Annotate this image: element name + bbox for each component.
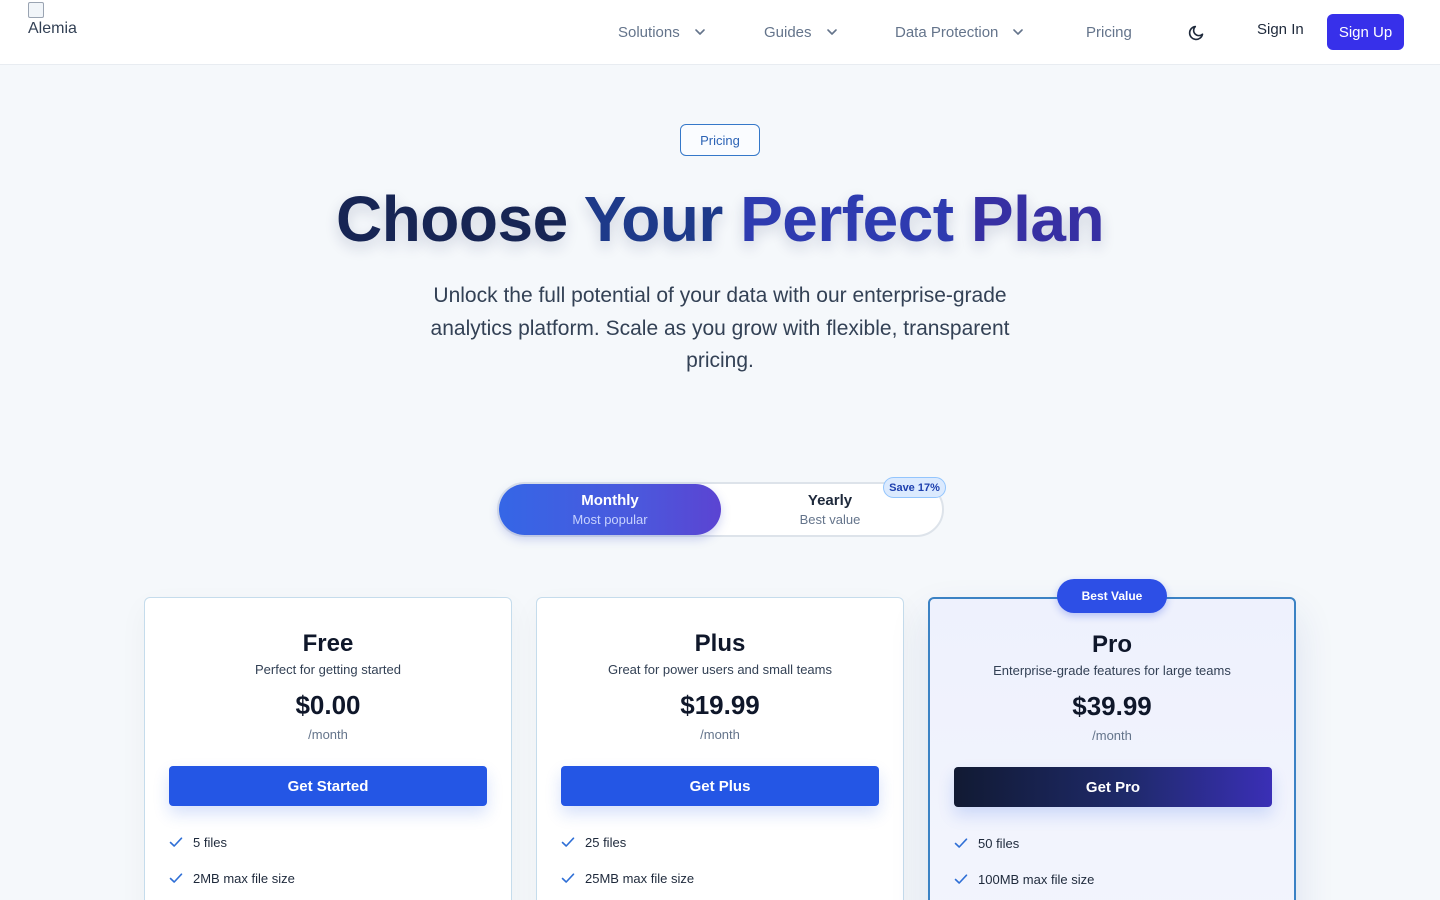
plan-price: $39.99: [1072, 691, 1152, 721]
check-icon: [954, 838, 968, 848]
nav-data-protection-label: Data Protection: [895, 23, 999, 41]
check-icon: [954, 874, 968, 884]
billing-yearly-sub: Best value: [799, 511, 861, 527]
billing-period-toggle: Monthly Most popular Yearly Best value: [497, 482, 944, 537]
plan-card-free: Free Perfect for getting started $0.00 /…: [144, 597, 512, 900]
nav-solutions-label: Solutions: [618, 23, 680, 41]
broken-image-icon: [28, 2, 44, 18]
plan-description: Great for power users and small teams: [608, 662, 832, 677]
plan-period: /month: [700, 727, 740, 742]
feature-item: 50 files: [954, 833, 1019, 853]
plan-name: Pro: [1091, 631, 1132, 658]
title-word: Your: [583, 183, 724, 255]
logo-alt-text: Alemia: [28, 20, 77, 37]
billing-monthly-sub: Most popular: [572, 511, 648, 527]
billing-monthly-option[interactable]: Monthly Most popular: [499, 484, 721, 535]
save-percent-badge: Save 17%: [883, 477, 946, 498]
check-icon: [169, 873, 183, 883]
nav-guides[interactable]: Guides: [764, 21, 838, 43]
nav-pricing[interactable]: Pricing: [1086, 21, 1132, 43]
title-word: Perfect: [740, 183, 954, 255]
plan-card-pro: Pro Enterprise-grade features for large …: [928, 597, 1296, 900]
plan-description: Perfect for getting started: [255, 662, 401, 677]
feature-text: 2MB max file size: [193, 870, 295, 886]
chevron-down-icon: [1013, 29, 1024, 35]
title-word: Plan: [970, 183, 1105, 255]
top-nav-bar: Alemia Solutions Guides Data Protection …: [0, 0, 1440, 65]
chevron-down-icon: [826, 29, 837, 35]
get-pro-button[interactable]: Get Pro: [954, 767, 1272, 807]
sign-up-button[interactable]: Sign Up: [1327, 14, 1404, 50]
check-icon: [561, 873, 575, 883]
feature-text: 50 files: [978, 835, 1020, 851]
nav-guides-label: Guides: [764, 23, 812, 41]
feature-text: 100MB max file size: [978, 871, 1095, 887]
sign-in-link[interactable]: Sign In: [1257, 21, 1304, 38]
feature-item: 5 files: [169, 832, 227, 852]
feature-text: 5 files: [193, 834, 227, 850]
nav-solutions[interactable]: Solutions: [618, 21, 706, 43]
feature-text: 25MB max file size: [585, 870, 695, 886]
feature-item: 2MB max file size: [169, 868, 295, 888]
get-plus-button[interactable]: Get Plus: [561, 766, 879, 806]
check-icon: [561, 837, 575, 847]
feature-item: 25 files: [561, 832, 626, 852]
plan-price: $19.99: [680, 690, 760, 720]
feature-text: 25 files: [585, 834, 627, 850]
plan-period: /month: [308, 727, 348, 742]
best-value-badge: Best Value: [1057, 579, 1167, 613]
pricing-badge: Pricing: [680, 124, 760, 156]
page-title: Choose Your Perfect Plan: [0, 180, 1440, 258]
plan-name: Free: [302, 630, 354, 657]
nav-data-protection[interactable]: Data Protection: [895, 21, 1024, 43]
feature-item: 25MB max file size: [561, 868, 694, 888]
moon-icon[interactable]: [1187, 22, 1207, 42]
billing-yearly-label: Yearly: [807, 491, 853, 509]
plan-card-plus: Plus Great for power users and small tea…: [536, 597, 904, 900]
plan-price: $0.00: [295, 690, 361, 720]
plan-name: Plus: [694, 630, 746, 657]
page-subtitle: Unlock the full potential of your data w…: [430, 284, 1010, 372]
feature-item: 100MB max file size: [954, 869, 1094, 889]
chevron-down-icon: [694, 29, 705, 35]
billing-monthly-label: Monthly: [581, 491, 639, 509]
nav-pricing-label: Pricing: [1086, 23, 1132, 41]
plan-description: Enterprise-grade features for large team…: [993, 663, 1231, 678]
plan-period: /month: [1092, 728, 1132, 743]
get-started-button[interactable]: Get Started: [169, 766, 487, 806]
logo[interactable]: Alemia: [28, 2, 88, 42]
check-icon: [169, 837, 183, 847]
title-word: Choose: [335, 183, 568, 255]
